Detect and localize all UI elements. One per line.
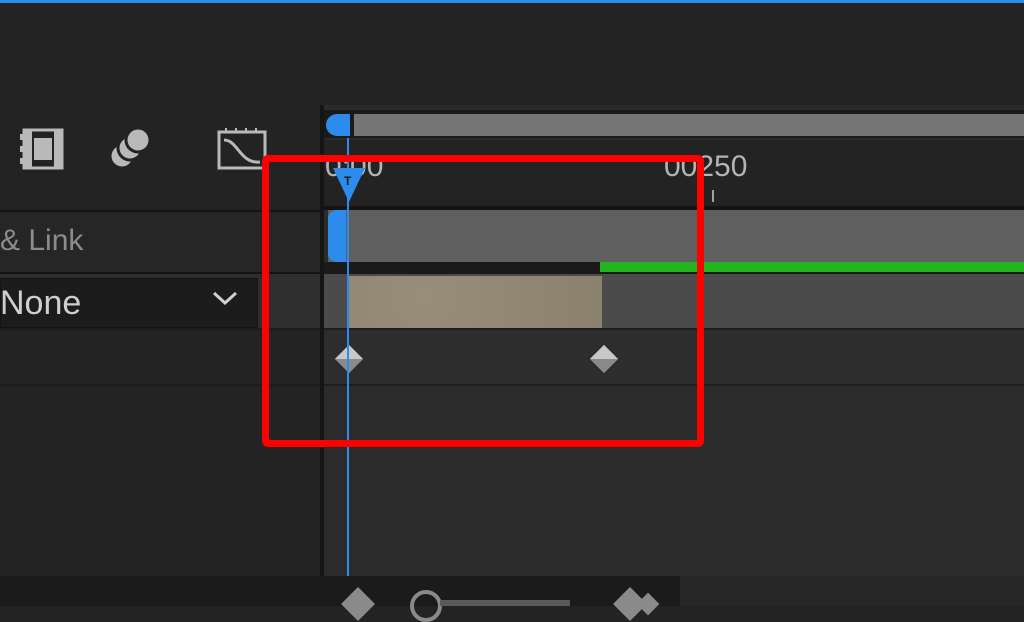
zoom-slider-track[interactable] — [440, 600, 570, 606]
time-navigator-start-handle[interactable] — [326, 114, 350, 136]
highlight-annotation — [262, 155, 704, 447]
parent-link-column-header: & Link — [0, 224, 84, 257]
layers-icon[interactable] — [104, 124, 156, 174]
parent-dropdown-value: None — [0, 284, 82, 322]
bottom-toolbar-right — [680, 576, 1024, 606]
time-navigator-bar[interactable] — [354, 114, 1024, 136]
panel-header-area — [0, 3, 1024, 105]
ruler-tick — [712, 190, 714, 202]
chevron-down-icon[interactable] — [212, 290, 238, 306]
zoom-slider-knob[interactable] — [410, 590, 442, 622]
film-strip-icon[interactable] — [18, 124, 68, 174]
